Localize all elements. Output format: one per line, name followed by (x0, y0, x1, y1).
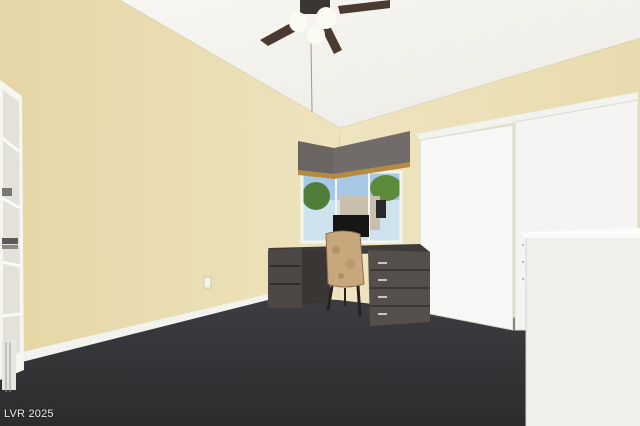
bookshelf (0, 80, 24, 392)
room-photo: LVR 2025 (0, 0, 640, 426)
foreground-cabinet (520, 228, 640, 426)
closet-door-left (419, 124, 514, 331)
wall-outlet (203, 276, 212, 289)
desk-shelf-unit (268, 248, 302, 308)
watermark-text: LVR 2025 (4, 408, 54, 420)
room-illustration (0, 0, 640, 426)
